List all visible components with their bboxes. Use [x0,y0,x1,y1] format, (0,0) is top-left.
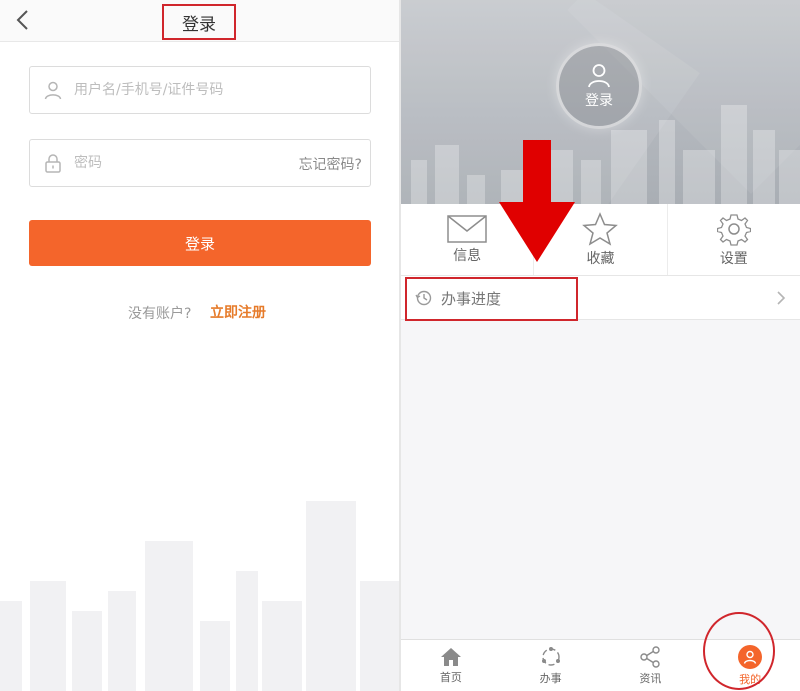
profile-menu-row: 信息 收藏 设置 [401,204,800,276]
login-top-bar: 登录 [0,0,399,42]
register-link[interactable]: 立即注册 [210,302,266,322]
gear-icon [716,213,751,246]
tab-label: 办事 [539,671,562,685]
envelope-icon [447,214,487,243]
city-skyline-illustration [0,501,399,691]
star-icon [582,211,619,246]
password-input[interactable] [74,140,304,186]
login-screen: 登录 忘记密码? 登录 没有账户? 立即注册 [0,0,399,691]
tab-home[interactable]: 首页 [401,640,501,691]
annotation-highlight-circle [703,612,775,690]
tab-services[interactable]: 办事 [501,640,601,691]
password-field[interactable]: 忘记密码? [29,139,371,187]
menu-item-settings[interactable]: 设置 [668,204,800,275]
chevron-right-icon [777,291,786,305]
menu-item-label: 设置 [719,250,748,267]
lock-icon [45,154,61,173]
no-account-text: 没有账户? [128,306,192,322]
task-progress-label: 办事进度 [441,290,502,308]
user-icon [588,64,610,88]
home-icon [440,647,461,666]
tab-news[interactable]: 资讯 [601,640,701,691]
profile-header: 登录 [401,0,800,204]
share-icon [640,645,661,668]
user-icon [44,81,62,100]
task-progress-row[interactable]: 办事进度 [401,276,800,321]
chevron-left-icon [16,10,28,30]
avatar-label: 登录 [585,93,613,109]
login-avatar-button[interactable]: 登录 [556,43,642,129]
page-title: 登录 [162,4,236,40]
username-field[interactable] [29,66,371,114]
services-icon [541,646,560,666]
menu-item-label: 信息 [453,247,482,264]
history-icon [415,290,432,306]
menu-item-label: 收藏 [586,250,615,267]
tab-label: 首页 [439,670,462,684]
username-input[interactable] [74,67,304,113]
profile-screen: 登录 信息 收藏 设置 办事进度 首页 办事 资讯 我的 [401,0,800,691]
back-button[interactable] [10,6,36,34]
tab-label: 资讯 [639,671,662,685]
login-button[interactable]: 登录 [29,220,371,266]
annotation-arrow-down-icon [499,140,575,262]
forgot-password-link[interactable]: 忘记密码? [299,154,362,174]
